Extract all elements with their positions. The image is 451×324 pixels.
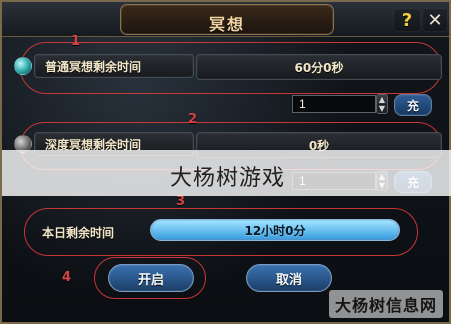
annotation-number-3: 3 [176,194,186,209]
normal-meditation-remaining-text: 60分0秒 [294,60,344,75]
daily-remaining-bar: 12小时0分 [150,219,400,241]
close-icon: ✕ [427,9,443,31]
window-title: 冥想 [208,15,245,34]
normal-meditation-label-text: 普通冥想剩余时间 [45,59,142,74]
annotation-number-4: 4 [62,270,72,285]
title-plate: 冥想 [120,4,334,35]
daily-remaining-label: 本日剩余时间 [42,226,115,240]
annotation-number-1: 1 [71,34,81,49]
cancel-button[interactable]: 取消 [246,264,332,292]
question-mark-icon: ? [401,9,413,31]
start-button[interactable]: 开启 [108,264,194,292]
daily-remaining-value: 12小时0分 [244,224,306,238]
normal-charge-button[interactable]: 充 [394,94,432,116]
overlay-caption: 大杨树游戏 [169,166,285,191]
gem-icon [14,57,32,75]
normal-meditation-input[interactable] [292,95,376,113]
meditation-window: 冥想 ? ✕ 1 普通冥想剩余时间 60分0秒 ▲ ▼ 充 2 深度冥想剩余时间 [0,0,451,324]
help-button[interactable]: ? [393,8,421,32]
normal-meditation-stepper[interactable]: ▲ ▼ [376,94,388,114]
close-button[interactable]: ✕ [422,8,448,32]
watermark: 大杨树信息网 [328,290,443,318]
spin-down-icon[interactable]: ▼ [377,104,387,113]
normal-meditation-remaining: 60分0秒 [196,54,442,80]
annotation-number-2: 2 [188,112,198,127]
title-bar: 冥想 ? ✕ [2,2,449,37]
normal-meditation-label: 普通冥想剩余时间 [34,54,194,78]
overlay-caption-band: 大杨树游戏 [2,150,451,196]
normal-meditation-row: 普通冥想剩余时间 60分0秒 [14,54,451,80]
